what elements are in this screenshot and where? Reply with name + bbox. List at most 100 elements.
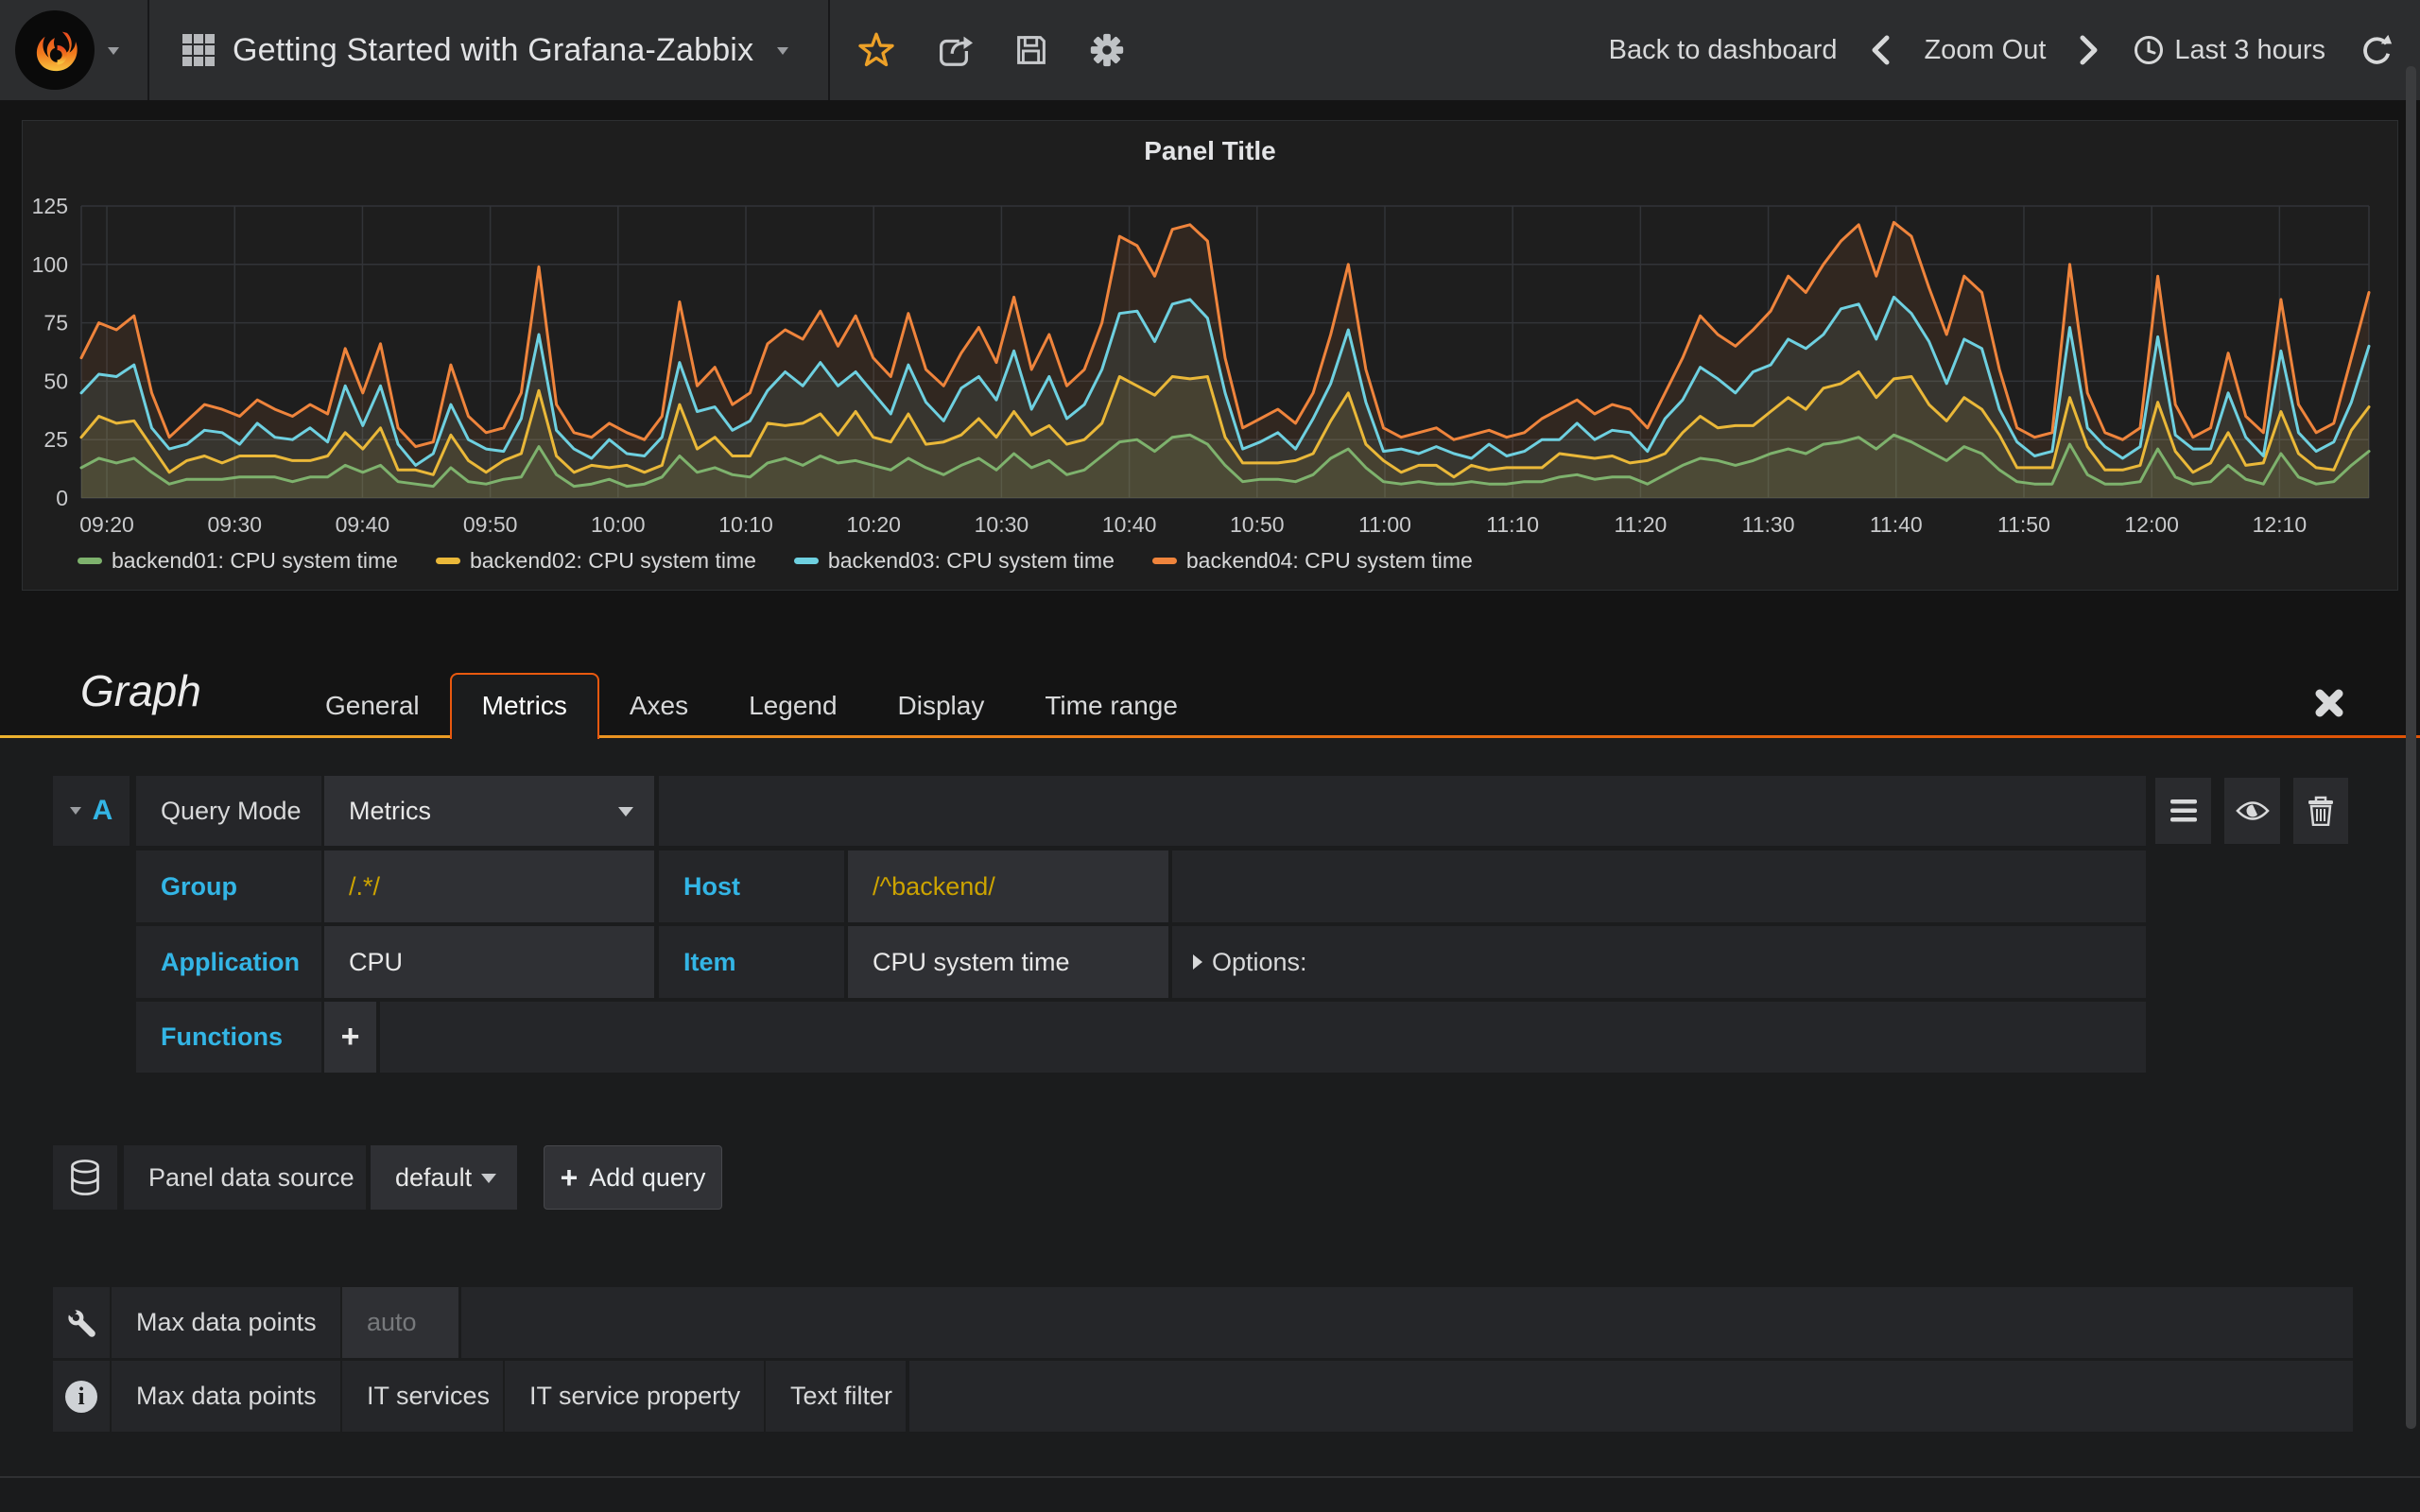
datasource-icon-cell [53,1145,117,1210]
legend-marker-icon [1152,558,1177,564]
zoom-out-button[interactable]: Zoom Out [1924,35,2046,66]
svg-text:10:40: 10:40 [1102,512,1157,537]
query-menu-button[interactable] [2155,778,2211,844]
max-data-points-label: Max data points [112,1287,340,1358]
group-label: Group [136,850,321,922]
options-info-cell: i [53,1361,110,1432]
add-query-button[interactable]: + Add query [544,1145,722,1210]
svg-text:09:20: 09:20 [79,512,134,537]
application-value-field[interactable]: CPU [324,926,654,998]
time-picker-button[interactable]: Last 3 hours [2133,34,2325,66]
editor-tabs: GeneralMetricsAxesLegendDisplayTime rang… [295,673,1208,739]
dashboard-title-caret-icon[interactable] [777,47,788,55]
query-delete-button[interactable] [2293,778,2348,844]
query-collapse-caret-icon[interactable] [70,807,81,815]
tab-legend[interactable]: Legend [718,674,867,738]
legend-item[interactable]: backend04: CPU system time [1152,548,1473,574]
query-row-filler [659,776,2146,846]
application-label: Application [136,926,321,998]
svg-text:09:40: 09:40 [336,512,390,537]
time-shift-left-icon[interactable] [1869,34,1892,66]
svg-text:11:00: 11:00 [1358,512,1411,537]
options-row-filler [461,1287,2353,1358]
close-editor-icon[interactable] [2310,684,2348,722]
grafana-logo[interactable] [15,10,95,90]
svg-text:25: 25 [43,427,68,452]
svg-text:50: 50 [43,369,68,393]
database-icon [68,1159,102,1196]
options-disclosure-icon [1193,954,1202,970]
legend-marker-icon [436,558,460,564]
navbar-divider [828,0,830,100]
save-icon[interactable] [1011,30,1051,70]
svg-text:12:10: 12:10 [2253,512,2308,537]
item-value-field[interactable]: CPU system time [848,926,1168,998]
dashboard-grid-icon [182,33,216,67]
chart-legend: backend01: CPU system time backend02: CPU… [78,548,1473,574]
org-switcher-caret-icon[interactable] [108,47,119,55]
query-row-filler [1172,850,2146,922]
refresh-icon[interactable] [2358,32,2394,68]
legend-item[interactable]: backend02: CPU system time [436,548,756,574]
info-row-max-data-points: Max data points [112,1361,340,1432]
query-row-filler [380,1002,2146,1073]
bottom-edge-strip [0,1476,2420,1512]
max-data-points-input[interactable]: auto [342,1287,458,1358]
scrollbar-thumb[interactable] [2406,66,2416,1429]
navbar-right-group: Back to dashboard Zoom Out Last 3 hours [1609,0,2394,100]
star-icon[interactable] [856,30,896,70]
plus-icon: + [561,1160,579,1195]
svg-text:10:30: 10:30 [975,512,1029,537]
legend-label: backend01: CPU system time [112,548,398,574]
share-icon[interactable] [934,30,974,70]
query-mode-label: Query Mode [136,776,321,846]
timeseries-chart[interactable]: 025507510012509:2009:3009:4009:5010:0010… [23,178,2399,537]
datasource-select[interactable]: default [371,1145,517,1210]
host-value-field[interactable]: /^backend/ [848,850,1168,922]
query-ref-cell[interactable]: A [53,776,130,846]
svg-text:10:50: 10:50 [1230,512,1285,537]
back-to-dashboard-button[interactable]: Back to dashboard [1609,35,1838,66]
info-icon: i [65,1381,97,1413]
info-row-it-services: IT services [342,1361,503,1432]
query-options-toggle[interactable]: Options: [1172,926,2146,998]
panel-title[interactable]: Panel Title [23,136,2397,166]
query-mode-select[interactable]: Metrics [324,776,654,846]
select-caret-icon [618,807,633,816]
svg-text:0: 0 [56,486,68,510]
legend-item[interactable]: backend03: CPU system time [794,548,1115,574]
dashboard-title[interactable]: Getting Started with Grafana-Zabbix [233,0,753,100]
navbar-divider [147,0,149,100]
clock-icon [2133,34,2165,66]
host-label: Host [659,850,844,922]
add-function-button[interactable]: + [324,1002,376,1073]
options-row-filler [909,1361,2353,1432]
hamburger-menu-icon [2169,799,2198,823]
svg-text:10:00: 10:00 [591,512,646,537]
svg-text:09:30: 09:30 [207,512,262,537]
tab-general[interactable]: General [295,674,450,738]
grafana-flame-icon [26,21,84,79]
tab-axes[interactable]: Axes [599,674,718,738]
legend-label: backend04: CPU system time [1186,548,1473,574]
panel-datasource-label: Panel data source [124,1145,366,1210]
settings-gear-icon[interactable] [1087,30,1127,70]
svg-text:11:10: 11:10 [1486,512,1539,537]
query-toggle-visibility-button[interactable] [2224,778,2280,844]
tab-metrics[interactable]: Metrics [450,673,599,739]
group-value-field[interactable]: /.*/ [324,850,654,922]
tab-time-range[interactable]: Time range [1014,674,1208,738]
query-ref-letter: A [93,795,113,827]
svg-text:11:20: 11:20 [1614,512,1667,537]
legend-item[interactable]: backend01: CPU system time [78,548,398,574]
svg-text:10:10: 10:10 [718,512,773,537]
svg-text:75: 75 [43,311,68,335]
svg-text:12:00: 12:00 [2124,512,2179,537]
legend-marker-icon [78,558,102,564]
select-caret-icon [481,1174,496,1183]
svg-text:09:50: 09:50 [463,512,518,537]
time-shift-right-icon[interactable] [2078,34,2100,66]
tab-display[interactable]: Display [868,674,1015,738]
trash-icon [2308,796,2334,826]
svg-text:11:40: 11:40 [1870,512,1923,537]
